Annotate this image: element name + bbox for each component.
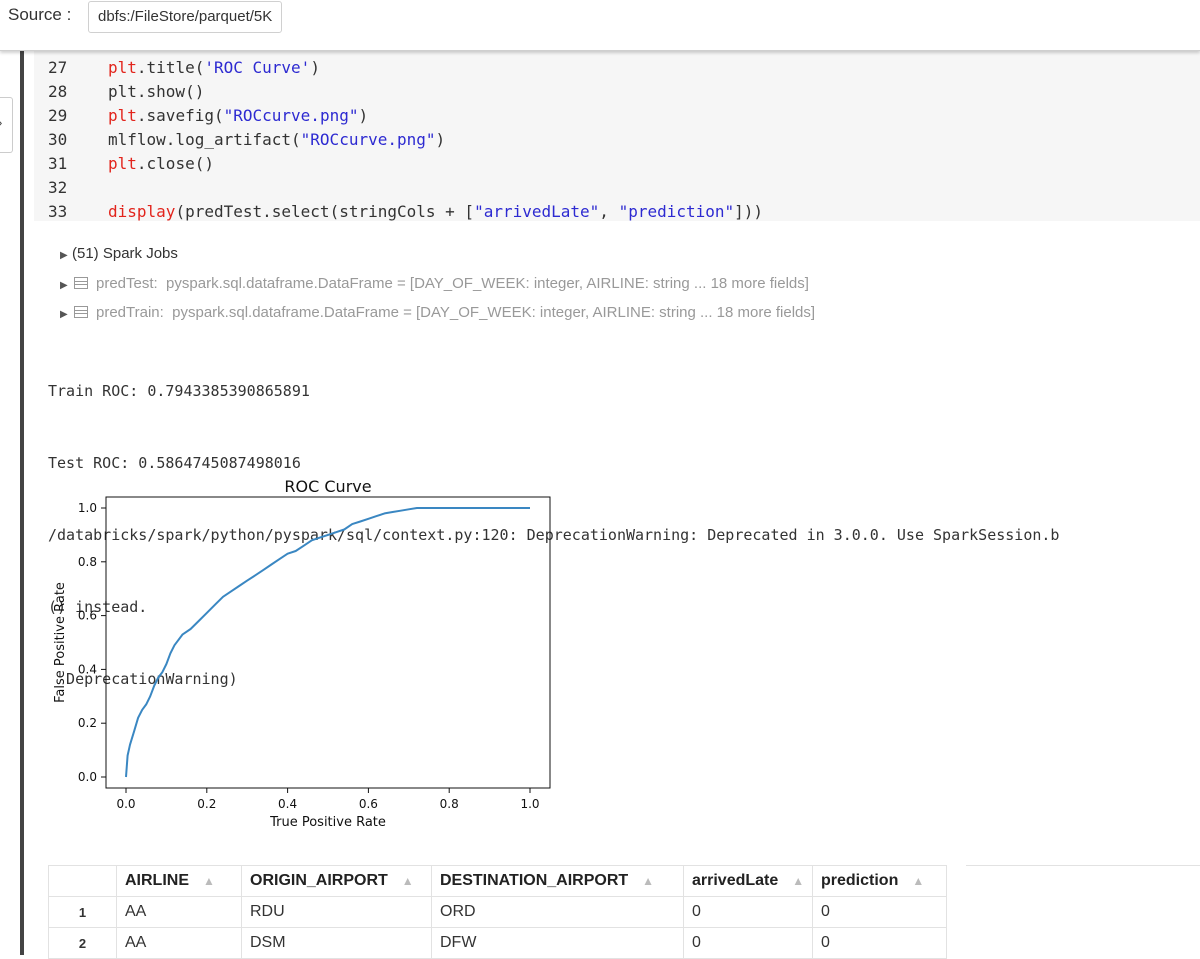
table-header-row: AIRLINE ▲ ORIGIN_AIRPORT ▲ DESTINATION_AIR… [48,865,947,897]
collapse-toggle[interactable]: › [0,97,13,153]
roc-series-line [125,507,530,778]
y-tick-label: 0.0 [78,770,97,784]
column-label: AIRLINE [125,872,189,889]
code-text: display(predTest.select(stringCols + ["a… [108,202,764,221]
row-index: 1 [48,896,117,928]
table-cell: 0 [812,927,947,959]
column-label: DESTINATION_AIRPORT [440,872,629,889]
line-number: 32 [48,178,68,197]
table-row: 1 AA RDU ORD 0 0 [48,896,947,928]
code-text: plt.title('ROC Curve') [108,58,320,77]
column-label: ORIGIN_AIRPORT [250,872,388,889]
x-tick-label: 0.0 [116,797,135,811]
dataframe-name: predTest: [96,275,158,292]
y-tick-label: 0.2 [78,716,97,730]
column-label: arrivedLate [692,872,779,889]
code-line[interactable]: 28 plt.show() [34,80,1200,104]
caret-right-icon: ▶ [60,280,68,291]
source-label: Source : [8,5,72,24]
x-axis-label: True Positive Rate [269,815,386,830]
sort-up-icon[interactable]: ▲ [642,874,654,888]
column-header-airline[interactable]: AIRLINE ▲ [116,865,242,897]
line-number: 27 [48,58,68,77]
column-label: prediction [821,872,899,889]
line-number: 30 [48,130,68,149]
source-path-field[interactable]: dbfs:/FileStore/parquet/5K [88,1,283,33]
sort-up-icon[interactable]: ▲ [912,874,924,888]
code-line[interactable]: 29 plt.savefig("ROCcurve.png") [34,104,1200,128]
dataframe-name: predTrain: [96,304,164,321]
sort-up-icon[interactable]: ▲ [203,874,215,888]
code-line[interactable]: 27 plt.title('ROC Curve') [34,56,1200,80]
code-line[interactable]: 33 display(predTest.select(stringCols + [… [34,200,1200,224]
plot-frame [105,496,551,789]
row-index: 2 [48,927,117,959]
table-cell: AA [116,927,242,959]
dataframe-predtest[interactable]: ▶ predTest: pyspark.sql.dataframe.DataFra… [60,275,809,292]
table-empty-area [966,865,1200,956]
x-tick-label: 0.8 [440,797,459,811]
table-cell: RDU [241,896,432,928]
code-text: mlflow.log_artifact("ROCcurve.png") [108,130,446,149]
column-header-prediction[interactable]: prediction ▲ [812,865,947,897]
table-row: 2 AA DSM DFW 0 0 [48,927,947,959]
sort-up-icon[interactable]: ▲ [792,874,804,888]
y-tick-label: 0.8 [78,555,97,569]
stdout-line: Train ROC: 0.7943385390865891 [48,382,310,400]
x-tick-label: 0.4 [278,797,297,811]
table-cell: 0 [683,927,813,959]
column-header-origin-airport[interactable]: ORIGIN_AIRPORT ▲ [241,865,432,897]
x-tick-label: 1.0 [520,797,539,811]
column-header-arrivedlate[interactable]: arrivedLate ▲ [683,865,813,897]
caret-right-icon: ▶ [60,309,68,320]
line-number: 28 [48,82,68,101]
table-icon [74,277,88,289]
sort-up-icon[interactable]: ▲ [402,874,414,888]
x-tick-label: 0.2 [197,797,216,811]
line-number: 33 [48,202,68,221]
code-editor[interactable]: 27 plt.title('ROC Curve') 28 plt.show() 29 pl… [34,40,1200,221]
table-icon [74,306,88,318]
table-cell: 0 [812,896,947,928]
y-tick-label: 1.0 [78,501,97,515]
cell-left-rail [20,50,24,955]
dataframe-schema: pyspark.sql.dataframe.DataFrame = [DAY_O… [166,275,809,292]
line-number: 31 [48,154,68,173]
chart-title: ROC Curve [284,477,371,496]
chevron-right-icon: › [0,115,2,130]
code-text: plt.show() [108,82,205,101]
code-line[interactable]: 30 mlflow.log_artifact("ROCcurve.png") [34,128,1200,152]
results-table: AIRLINE ▲ ORIGIN_AIRPORT ▲ DESTINATION_AIR… [48,865,947,959]
dataframe-schema: pyspark.sql.dataframe.DataFrame = [DAY_O… [172,304,816,321]
code-line[interactable]: 32 [34,176,1200,200]
y-tick-label: 0.4 [78,662,97,676]
caret-right-icon: ▶ [60,250,68,261]
code-text: plt.savefig("ROCcurve.png") [108,106,369,125]
index-header [48,865,117,897]
spark-jobs-label: (51) Spark Jobs [72,245,178,262]
table-cell: AA [116,896,242,928]
table-cell: DFW [431,927,684,959]
x-tick-label: 0.6 [359,797,378,811]
dataframe-predtrain[interactable]: ▶ predTrain: pyspark.sql.dataframe.DataFr… [60,304,815,321]
code-line[interactable]: 31 plt.close() [34,152,1200,176]
table-cell: DSM [241,927,432,959]
spark-jobs-toggle[interactable]: ▶ (51) Spark Jobs [60,245,178,262]
roc-chart: ROC Curve 0.0 0.2 0.4 0.6 0.8 1.0 0.0 0.2 0.4 0.6 0… [53,477,551,830]
y-axis-label: False Positive Rate [53,582,68,703]
line-number: 29 [48,106,68,125]
column-header-destination-airport[interactable]: DESTINATION_AIRPORT ▲ [431,865,684,897]
table-cell: 0 [683,896,813,928]
source-bar: Source : dbfs:/FileStore/parquet/5K [0,0,1200,51]
code-text: plt.close() [108,154,214,173]
y-tick-label: 0.6 [78,609,97,623]
table-cell: ORD [431,896,684,928]
